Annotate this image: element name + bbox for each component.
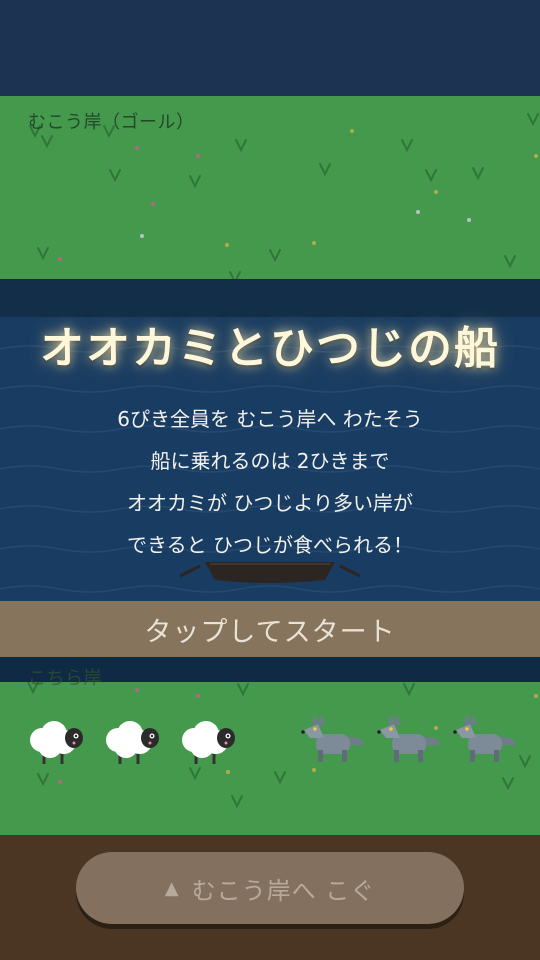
tap-to-start[interactable]: タップしてスタート [0, 601, 540, 657]
rules-text: 6ぴき全員を むこう岸へ わたそう 船に乗れるのは 2ひきまで オオカミが ひつ… [0, 398, 540, 566]
rule-line: できると ひつじが食べられる！ [127, 533, 413, 557]
sheep-1[interactable] [28, 716, 88, 768]
game-title: オオカミとひつじの船 [40, 323, 500, 374]
rule-line: オオカミが ひつじより多い岸が [127, 491, 413, 515]
wolf-1[interactable] [300, 712, 366, 768]
sky [0, 0, 540, 96]
up-arrow-icon: ▲ [164, 877, 180, 899]
row-across-button[interactable]: ▲ むこう岸へ こぐ [76, 852, 464, 924]
sheep-3[interactable] [180, 716, 240, 768]
row-button-label: むこう岸へ こぐ [191, 876, 376, 905]
wolf-2[interactable] [376, 712, 442, 768]
wolf-3[interactable] [452, 712, 518, 768]
rule-line: 船に乗れるのは 2ひきまで [150, 449, 390, 473]
sheep-2[interactable] [104, 716, 164, 768]
rule-line: 6ぴき全員を むこう岸へ わたそう [117, 407, 423, 431]
near-bank-label: こちら岸 [28, 668, 102, 689]
